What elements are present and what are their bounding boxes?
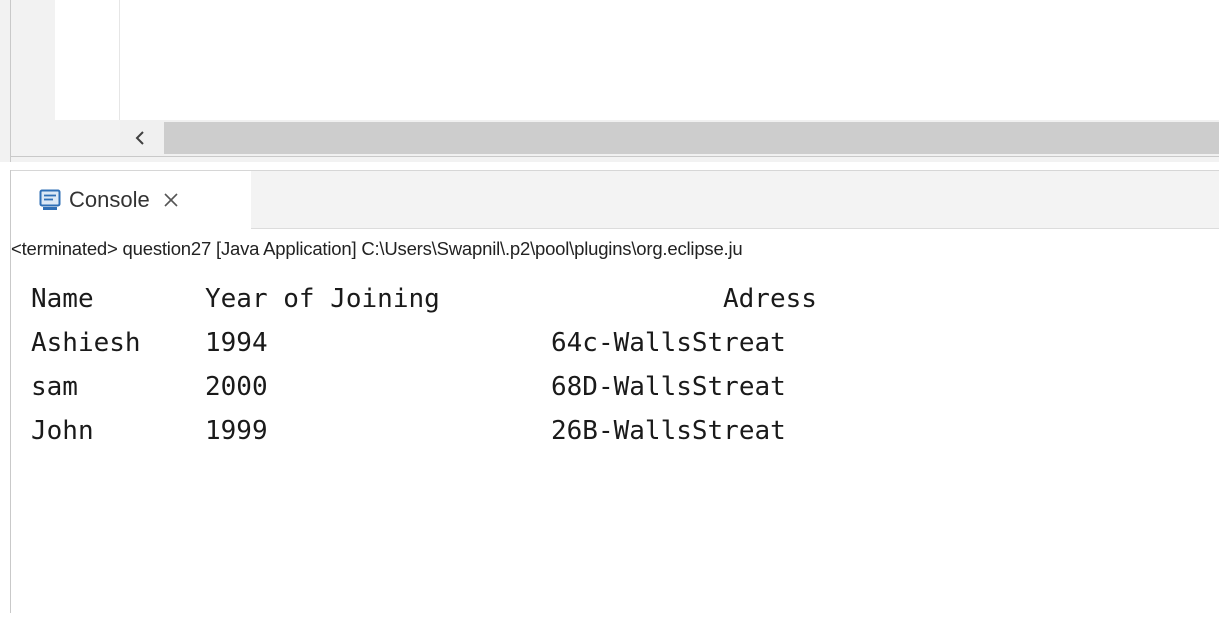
tab-underline <box>251 228 1219 229</box>
close-icon[interactable] <box>162 191 180 209</box>
process-status-label: <terminated> question27 [Java Applicatio… <box>11 238 743 259</box>
row-name: sam <box>31 372 78 402</box>
row-address: 68D-WallsStreat <box>551 372 786 402</box>
row-address: 26B-WallsStreat <box>551 416 786 446</box>
header-name: Name <box>31 284 94 314</box>
console-row: John 1999 26B-WallsStreat <box>31 409 1219 453</box>
chevron-left-icon[interactable] <box>120 120 160 156</box>
row-year: 1994 <box>205 328 268 358</box>
console-icon <box>39 189 61 211</box>
editor-gutter <box>11 0 55 120</box>
row-name: John <box>31 416 94 446</box>
row-year: 2000 <box>205 372 268 402</box>
console-view: Console <terminated> question27 [Java Ap… <box>10 170 1219 613</box>
row-address: 64c-WallsStreat <box>551 328 786 358</box>
pane-separator[interactable] <box>10 156 1219 157</box>
console-row: Ashiesh 1994 64c-WallsStreat <box>31 321 1219 365</box>
console-output[interactable]: Name Year of Joining Adress Ashiesh 1994… <box>31 277 1219 453</box>
editor-text-area[interactable] <box>55 0 1219 120</box>
console-row: sam 2000 68D-WallsStreat <box>31 365 1219 409</box>
row-year: 1999 <box>205 416 268 446</box>
tab-console-label: Console <box>69 187 150 212</box>
editor-pane <box>0 0 1219 162</box>
header-year: Year of Joining <box>205 284 440 314</box>
editor-horizontal-scrollbar[interactable] <box>120 120 1219 156</box>
tab-console[interactable]: Console <box>11 171 251 229</box>
editor-ruler-line <box>119 0 120 120</box>
console-header-line: Name Year of Joining Adress <box>31 277 1219 321</box>
row-name: Ashiesh <box>31 328 141 358</box>
console-tabbar: Console <box>11 170 1219 229</box>
scrollbar-thumb[interactable] <box>164 122 1219 154</box>
header-address: Adress <box>723 284 817 314</box>
